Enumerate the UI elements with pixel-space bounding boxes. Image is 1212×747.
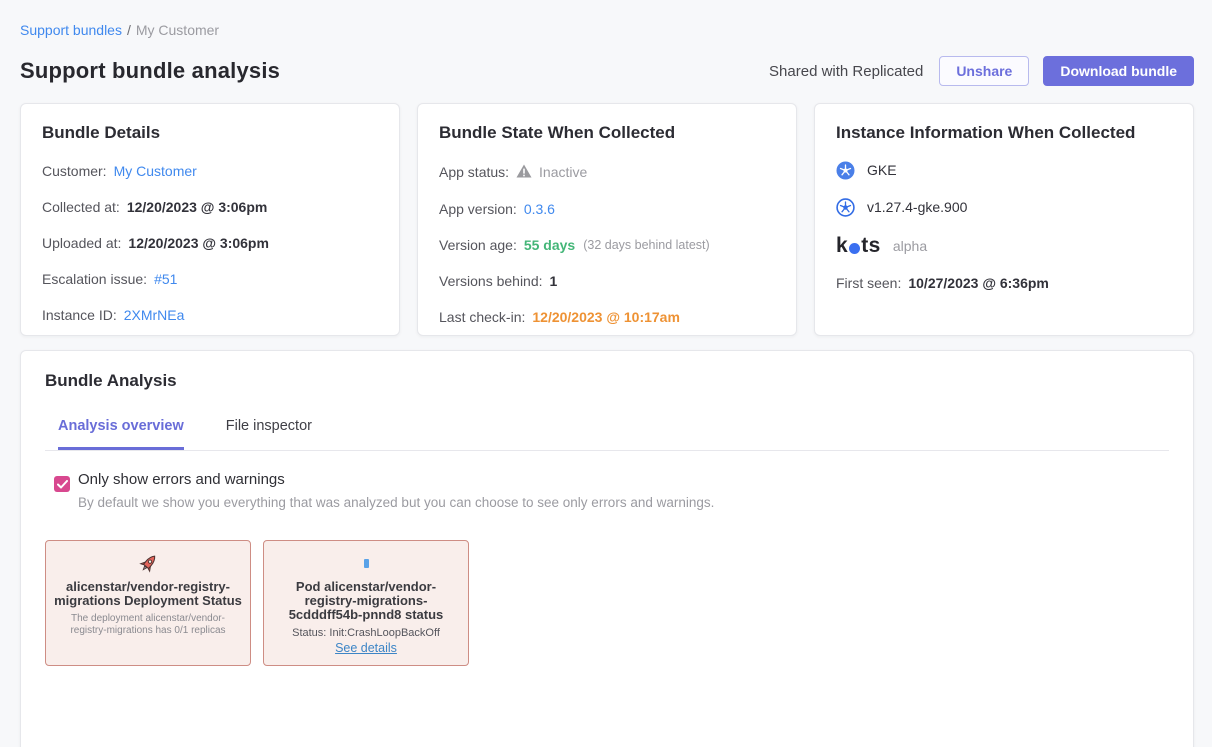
kots-channel: alpha <box>893 238 927 254</box>
warning-icon <box>516 164 532 181</box>
only-errors-warnings-checkbox[interactable] <box>54 476 70 492</box>
bundle-state-card: Bundle State When Collected App status: … <box>417 103 797 336</box>
instance-id-row: Instance ID: 2XMrNEa <box>42 307 378 323</box>
collected-at-label: Collected at: <box>42 199 120 215</box>
deployment-status-issue-card[interactable]: alicenstar/vendor-registry-migrations De… <box>45 540 251 666</box>
filter-description: By default we show you everything that w… <box>78 495 714 510</box>
bundle-state-title: Bundle State When Collected <box>439 123 775 143</box>
issue-icon-wrap <box>54 550 242 576</box>
instance-id-link[interactable]: 2XMrNEa <box>124 307 185 323</box>
versions-behind-label: Versions behind: <box>439 273 543 289</box>
instance-info-card: Instance Information When Collected GKE <box>814 103 1194 336</box>
collected-at-value: 12/20/2023 @ 3:06pm <box>127 199 268 215</box>
app-status-label: App status: <box>439 164 509 180</box>
breadcrumb-separator: / <box>127 22 131 38</box>
version-age-row: Version age: 55 days (32 days behind lat… <box>439 237 775 253</box>
errors-warnings-filter: Only show errors and warnings By default… <box>45 471 1169 510</box>
issue-title: alicenstar/vendor-registry-migrations De… <box>54 580 242 608</box>
bundle-details-title: Bundle Details <box>42 123 378 143</box>
versions-behind-row: Versions behind: 1 <box>439 273 775 289</box>
breadcrumb: Support bundles / My Customer <box>20 22 1194 38</box>
last-checkin-label: Last check-in: <box>439 309 525 325</box>
version-age-label: Version age: <box>439 237 517 253</box>
filter-texts: Only show errors and warnings By default… <box>78 471 714 510</box>
checkmark-icon <box>57 480 68 489</box>
versions-behind-value: 1 <box>550 273 558 289</box>
app-version-label: App version: <box>439 201 517 217</box>
kots-logo-ts: ts <box>861 234 881 258</box>
tab-analysis-overview[interactable]: Analysis overview <box>58 418 184 450</box>
bundle-analysis-card: Bundle Analysis Analysis overview File i… <box>20 350 1194 747</box>
escalation-issue-link[interactable]: #51 <box>154 271 177 287</box>
last-checkin-row: Last check-in: 12/20/2023 @ 10:17am <box>439 309 775 325</box>
distribution-value: GKE <box>867 162 897 178</box>
k8s-version-value: v1.27.4-gke.900 <box>867 199 967 215</box>
analysis-results: alicenstar/vendor-registry-migrations De… <box>45 540 1169 666</box>
bundle-details-card: Bundle Details Customer: My Customer Col… <box>20 103 400 336</box>
gke-kubernetes-icon <box>836 161 855 180</box>
kots-logo-o-dot <box>849 243 860 254</box>
version-age-note: (32 days behind latest) <box>583 238 709 252</box>
uploaded-at-value: 12/20/2023 @ 3:06pm <box>128 235 269 251</box>
distribution-row: GKE <box>836 160 1172 180</box>
last-checkin-value: 12/20/2023 @ 10:17am <box>532 309 680 325</box>
analysis-tabs: Analysis overview File inspector <box>45 418 1169 451</box>
app-status-row: App status: Inactive <box>439 163 775 181</box>
first-seen-row: First seen: 10/27/2023 @ 6:36pm <box>836 275 1172 291</box>
uploaded-at-label: Uploaded at: <box>42 235 121 251</box>
pod-status-issue-card[interactable]: Pod alicenstar/vendor-registry-migration… <box>263 540 469 666</box>
kubernetes-version-icon <box>836 198 855 217</box>
issue-message: The deployment alicenstar/vendor-registr… <box>54 613 242 636</box>
issue-title: Pod alicenstar/vendor-registry-migration… <box>272 580 460 622</box>
filter-label[interactable]: Only show errors and warnings <box>78 471 714 488</box>
tab-file-inspector[interactable]: File inspector <box>226 418 312 450</box>
kots-row: kts alpha <box>836 234 1172 258</box>
kots-logo-k: k <box>836 234 848 258</box>
app-version-link[interactable]: 0.3.6 <box>524 201 555 217</box>
uploaded-at-row: Uploaded at: 12/20/2023 @ 3:06pm <box>42 235 378 251</box>
breadcrumb-link-support-bundles[interactable]: Support bundles <box>20 22 122 38</box>
collected-at-row: Collected at: 12/20/2023 @ 3:06pm <box>42 199 378 215</box>
issue-icon-wrap <box>272 550 460 576</box>
customer-label: Customer: <box>42 163 107 179</box>
unshare-button[interactable]: Unshare <box>939 56 1029 86</box>
customer-link[interactable]: My Customer <box>114 163 197 179</box>
shared-status-text: Shared with Replicated <box>769 63 923 80</box>
k8s-version-row: v1.27.4-gke.900 <box>836 197 1172 217</box>
issue-status: Status: Init:CrashLoopBackOff <box>272 627 460 639</box>
customer-row: Customer: My Customer <box>42 163 378 179</box>
app-version-row: App version: 0.3.6 <box>439 201 775 217</box>
page: Support bundles / My Customer Support bund… <box>0 0 1212 747</box>
download-bundle-button[interactable]: Download bundle <box>1043 56 1194 86</box>
kots-logo: kts <box>836 234 881 258</box>
info-cards-row: Bundle Details Customer: My Customer Col… <box>20 103 1194 336</box>
instance-id-label: Instance ID: <box>42 307 117 323</box>
page-title: Support bundle analysis <box>20 58 280 84</box>
bundle-analysis-title: Bundle Analysis <box>45 371 1169 391</box>
rocket-icon <box>137 552 160 575</box>
header-actions: Shared with Replicated Unshare Download … <box>769 56 1194 86</box>
first-seen-value: 10/27/2023 @ 6:36pm <box>908 275 1049 291</box>
escalation-issue-label: Escalation issue: <box>42 271 147 287</box>
app-status-value: Inactive <box>539 164 587 180</box>
escalation-issue-row: Escalation issue: #51 <box>42 271 378 287</box>
page-header: Support bundle analysis Shared with Repl… <box>20 56 1194 86</box>
see-details-link[interactable]: See details <box>335 641 397 655</box>
first-seen-label: First seen: <box>836 275 901 291</box>
pod-icon <box>364 559 369 568</box>
breadcrumb-current: My Customer <box>136 22 219 38</box>
instance-info-title: Instance Information When Collected <box>836 123 1172 143</box>
version-age-value: 55 days <box>524 237 575 253</box>
